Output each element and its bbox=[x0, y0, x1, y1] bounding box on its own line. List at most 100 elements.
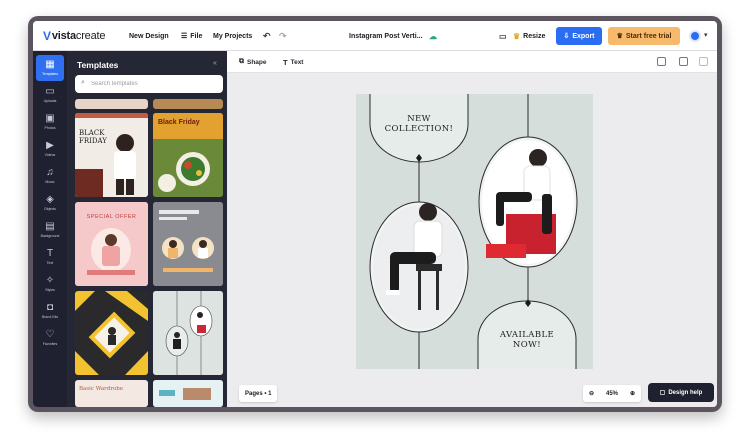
photo-icon: ▣ bbox=[45, 113, 55, 124]
vistacreate-logo[interactable]: V vista create bbox=[43, 21, 105, 51]
text-tool-button[interactable]: T Text bbox=[283, 51, 303, 73]
logo-brand: vista bbox=[51, 30, 76, 42]
export-button[interactable]: ⇩ Export bbox=[556, 27, 602, 45]
rail-item-favorites[interactable]: ♡ Favorites bbox=[36, 325, 64, 351]
zoom-control: ⊖ 45% ⊕ bbox=[583, 385, 641, 402]
icon-rail: ▦ Templates ▭ Uploads ▣ Photos ▶ Videos … bbox=[33, 51, 67, 407]
text-label: Text bbox=[290, 58, 304, 66]
undo-icon[interactable]: ↶ bbox=[263, 21, 271, 51]
background-icon: ▤ bbox=[45, 221, 55, 232]
pages-button[interactable]: Pages • 1 bbox=[239, 385, 278, 402]
template-art bbox=[153, 380, 223, 407]
redo-icon[interactable]: ↷ bbox=[279, 21, 287, 51]
zoom-level[interactable]: 45% bbox=[606, 391, 618, 397]
rail-label: Uploads bbox=[43, 99, 57, 103]
rail-label: Objects bbox=[44, 207, 56, 211]
chevron-down-icon[interactable]: ▾ bbox=[704, 31, 708, 39]
top-bar: V vista create New Design ☰ File My Proje… bbox=[33, 21, 717, 51]
template-thumb[interactable]: SPECIAL OFFER bbox=[75, 202, 148, 286]
start-trial-label: Start free trial bbox=[625, 32, 672, 40]
hamburger-icon: ☰ bbox=[181, 33, 188, 40]
zoom-out-icon[interactable]: ⊖ bbox=[589, 390, 594, 397]
rail-item-photos[interactable]: ▣ Photos bbox=[36, 109, 64, 135]
delete-icon[interactable] bbox=[699, 57, 708, 66]
document-title[interactable]: Instagram Post Verti... bbox=[349, 21, 423, 51]
template-art bbox=[75, 291, 148, 375]
rail-item-objects[interactable]: ◈ Objects bbox=[36, 190, 64, 216]
copy-icon[interactable] bbox=[679, 57, 688, 66]
rail-label: Favorites bbox=[42, 342, 58, 346]
template-art bbox=[153, 202, 223, 286]
template-art bbox=[153, 291, 223, 375]
vista-v-icon: V bbox=[43, 29, 51, 43]
template-thumb[interactable] bbox=[153, 202, 223, 286]
rail-item-text[interactable]: T Text bbox=[36, 244, 64, 270]
template-text: Basic Wardrobe bbox=[79, 386, 124, 392]
template-thumb[interactable]: Basic Wardrobe bbox=[75, 380, 148, 407]
rail-item-videos[interactable]: ▶ Videos bbox=[36, 136, 64, 162]
duplicate-page-icon[interactable] bbox=[657, 57, 666, 66]
template-thumb[interactable] bbox=[153, 380, 223, 407]
design-help-button[interactable]: ▢ Design help bbox=[648, 383, 714, 402]
template-text: BLACK FRIDAY bbox=[79, 129, 107, 145]
design-artwork bbox=[356, 94, 593, 369]
rail-label: Text bbox=[46, 261, 54, 265]
templates-panel: Templates « ⌕ BLACK FRIDAY bbox=[67, 51, 227, 407]
design-canvas[interactable]: NEW COLLECTION! AVAILABLE NOW! bbox=[356, 94, 593, 369]
template-thumb[interactable] bbox=[153, 291, 223, 375]
my-projects-button[interactable]: My Projects bbox=[213, 21, 252, 51]
rail-label: Photos bbox=[44, 126, 56, 130]
rail-item-templates[interactable]: ▦ Templates bbox=[36, 55, 64, 81]
rail-label: Music bbox=[45, 180, 55, 184]
design-headline-bottom[interactable]: AVAILABLE NOW! bbox=[486, 330, 568, 350]
resize-button[interactable]: ♛ Resize bbox=[513, 21, 545, 51]
template-text: SPECIAL OFFER bbox=[86, 214, 137, 220]
template-text: Black Friday bbox=[158, 119, 200, 126]
rail-item-background[interactable]: ▤ Background bbox=[36, 217, 64, 243]
search-input[interactable] bbox=[75, 75, 223, 93]
design-headline-top[interactable]: NEW COLLECTION! bbox=[378, 114, 460, 134]
rail-item-styles[interactable]: ✧ Styles bbox=[36, 271, 64, 297]
zoom-in-icon[interactable]: ⊕ bbox=[630, 390, 635, 397]
start-trial-button[interactable]: ♛ Start free trial bbox=[608, 27, 680, 45]
template-art bbox=[75, 113, 148, 197]
rail-item-uploads[interactable]: ▭ Uploads bbox=[36, 82, 64, 108]
template-thumb-partial[interactable] bbox=[153, 99, 223, 109]
file-label: File bbox=[190, 32, 203, 40]
brand-kit-icon: ◘ bbox=[46, 302, 54, 313]
template-thumb[interactable] bbox=[75, 291, 148, 375]
search-icon: ⌕ bbox=[81, 79, 85, 86]
download-icon: ⇩ bbox=[563, 33, 570, 40]
template-thumb[interactable]: Black Friday bbox=[153, 113, 223, 197]
panel-title: Templates bbox=[77, 60, 119, 70]
rail-label: Brand Kits bbox=[41, 315, 59, 319]
design-help-label: Design help bbox=[668, 389, 703, 396]
styles-icon: ✧ bbox=[45, 275, 55, 286]
crown-icon: ♛ bbox=[616, 33, 623, 40]
canvas-toolbar: ⧉ Shape T Text bbox=[227, 51, 717, 73]
text-icon: T bbox=[283, 57, 288, 67]
chat-icon: ▢ bbox=[659, 390, 666, 396]
new-design-button[interactable]: New Design bbox=[129, 21, 169, 51]
cloud-saved-icon: ☁ bbox=[429, 31, 437, 41]
logo-suffix: create bbox=[75, 30, 106, 42]
rail-label: Styles bbox=[45, 288, 55, 292]
rail-item-music[interactable]: ♫ Music bbox=[36, 163, 64, 189]
shape-label: Shape bbox=[247, 58, 267, 66]
file-menu[interactable]: ☰ File bbox=[181, 21, 202, 51]
heart-icon: ♡ bbox=[45, 329, 55, 340]
shapes-icon: ◈ bbox=[46, 194, 54, 205]
rail-item-brand-kits[interactable]: ◘ Brand Kits bbox=[36, 298, 64, 324]
music-icon: ♫ bbox=[46, 167, 54, 178]
rail-label: Videos bbox=[44, 153, 56, 157]
resize-label: Resize bbox=[523, 32, 546, 40]
video-icon: ▶ bbox=[46, 140, 54, 151]
rail-label: Background bbox=[40, 234, 60, 238]
shape-tool-button[interactable]: ⧉ Shape bbox=[239, 51, 267, 73]
comment-icon[interactable]: ▭ bbox=[499, 21, 507, 51]
avatar[interactable] bbox=[689, 30, 701, 42]
template-thumb-partial[interactable] bbox=[75, 99, 148, 109]
template-thumb[interactable]: BLACK FRIDAY bbox=[75, 113, 148, 197]
text-icon: T bbox=[46, 248, 54, 259]
collapse-panel-icon[interactable]: « bbox=[213, 60, 217, 67]
